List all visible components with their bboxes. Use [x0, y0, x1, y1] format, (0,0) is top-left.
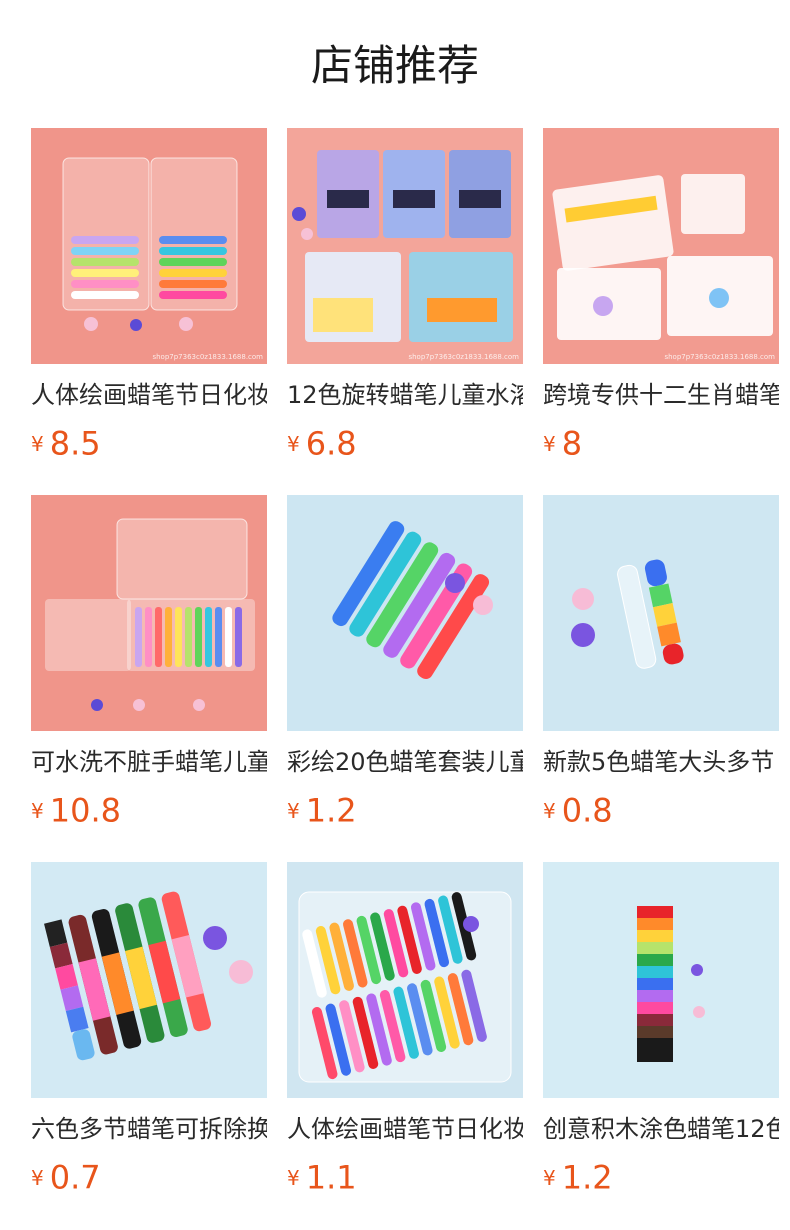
currency-symbol: ¥ — [287, 431, 300, 456]
crayon-image — [287, 495, 523, 731]
product-card[interactable]: shop7p7363c0z1833.1688.com 跨境专供十二生肖蜡笔 ¥8 — [543, 128, 779, 463]
currency-symbol: ¥ — [287, 798, 300, 823]
product-price: ¥8 — [543, 424, 779, 463]
product-card[interactable]: 彩绘20色蜡笔套装儿童 ¥1.2 — [287, 495, 523, 830]
currency-symbol: ¥ — [543, 431, 556, 456]
currency-symbol: ¥ — [31, 1165, 44, 1190]
product-price: ¥8.5 — [31, 424, 267, 463]
product-image[interactable] — [543, 862, 779, 1098]
currency-symbol: ¥ — [287, 1165, 300, 1190]
product-name[interactable]: 六色多节蜡笔可拆除换 — [31, 1114, 267, 1144]
price-value: 0.8 — [561, 791, 613, 830]
product-card[interactable]: shop7p7363c0z1833.1688.com 12色旋转蜡笔儿童水溶 ¥… — [287, 128, 523, 463]
price-value: 6.8 — [305, 424, 357, 463]
watermark: shop7p7363c0z1833.1688.com — [408, 353, 519, 361]
price-value: 1.1 — [305, 1158, 357, 1197]
product-price: ¥0.8 — [543, 791, 779, 830]
product-card[interactable]: shop7p7363c0z1833.1688.com 人体绘画蜡笔节日化妆 ¥8… — [31, 128, 267, 463]
product-name[interactable]: 人体绘画蜡笔节日化妆 — [287, 1114, 523, 1144]
product-image[interactable] — [31, 862, 267, 1098]
product-name[interactable]: 创意积木涂色蜡笔12色 — [543, 1114, 779, 1144]
crayon-box-image — [287, 862, 523, 1098]
watermark: shop7p7363c0z1833.1688.com — [664, 353, 775, 361]
product-price: ¥10.8 — [31, 791, 267, 830]
crayon-image — [31, 862, 267, 1098]
price-value: 8.5 — [49, 424, 101, 463]
product-price: ¥1.2 — [543, 1158, 779, 1197]
product-image[interactable]: shop7p7363c0z1833.1688.com — [287, 128, 523, 364]
currency-symbol: ¥ — [543, 1165, 556, 1190]
product-name[interactable]: 可水洗不脏手蜡笔儿童 — [31, 747, 267, 777]
product-name[interactable]: 彩绘20色蜡笔套装儿童 — [287, 747, 523, 777]
price-value: 0.7 — [49, 1158, 101, 1197]
product-image[interactable] — [31, 495, 267, 731]
product-image[interactable] — [287, 862, 523, 1098]
price-value: 10.8 — [49, 791, 121, 830]
price-value: 8 — [561, 424, 583, 463]
section-title: 店铺推荐 — [310, 41, 479, 90]
product-price: ¥6.8 — [287, 424, 523, 463]
price-value: 1.2 — [561, 1158, 613, 1197]
crayon-image — [543, 862, 779, 1098]
crayon-box-image — [31, 495, 267, 731]
product-card[interactable]: 六色多节蜡笔可拆除换 ¥0.7 — [31, 862, 267, 1197]
package-bottom — [305, 252, 513, 342]
package-top — [317, 150, 511, 238]
product-price: ¥1.1 — [287, 1158, 523, 1197]
currency-symbol: ¥ — [543, 798, 556, 823]
crayon-box-image: shop7p7363c0z1833.1688.com — [543, 128, 779, 364]
product-card[interactable]: 人体绘画蜡笔节日化妆 ¥1.1 — [287, 862, 523, 1197]
product-price: ¥1.2 — [287, 791, 523, 830]
product-card[interactable]: 创意积木涂色蜡笔12色 ¥1.2 — [543, 862, 779, 1197]
product-card[interactable]: 新款5色蜡笔大头多节 ¥0.8 — [543, 495, 779, 830]
product-name[interactable]: 12色旋转蜡笔儿童水溶 — [287, 380, 523, 410]
stacked-crayons — [637, 906, 673, 1062]
crayon-box-image: shop7p7363c0z1833.1688.com — [31, 128, 267, 364]
product-price: ¥0.7 — [31, 1158, 267, 1197]
product-name[interactable]: 人体绘画蜡笔节日化妆 — [31, 380, 267, 410]
crayon-image — [543, 495, 779, 731]
product-name[interactable]: 新款5色蜡笔大头多节 — [543, 747, 779, 777]
product-name[interactable]: 跨境专供十二生肖蜡笔 — [543, 380, 779, 410]
watermark: shop7p7363c0z1833.1688.com — [152, 353, 263, 361]
product-image[interactable]: shop7p7363c0z1833.1688.com — [543, 128, 779, 364]
product-image[interactable]: shop7p7363c0z1833.1688.com — [31, 128, 267, 364]
product-image[interactable] — [287, 495, 523, 731]
currency-symbol: ¥ — [31, 431, 44, 456]
product-image[interactable] — [543, 495, 779, 731]
price-value: 1.2 — [305, 791, 357, 830]
currency-symbol: ¥ — [31, 798, 44, 823]
product-card[interactable]: 可水洗不脏手蜡笔儿童 ¥10.8 — [31, 495, 267, 830]
crayon-box-image: shop7p7363c0z1833.1688.com — [287, 128, 523, 364]
